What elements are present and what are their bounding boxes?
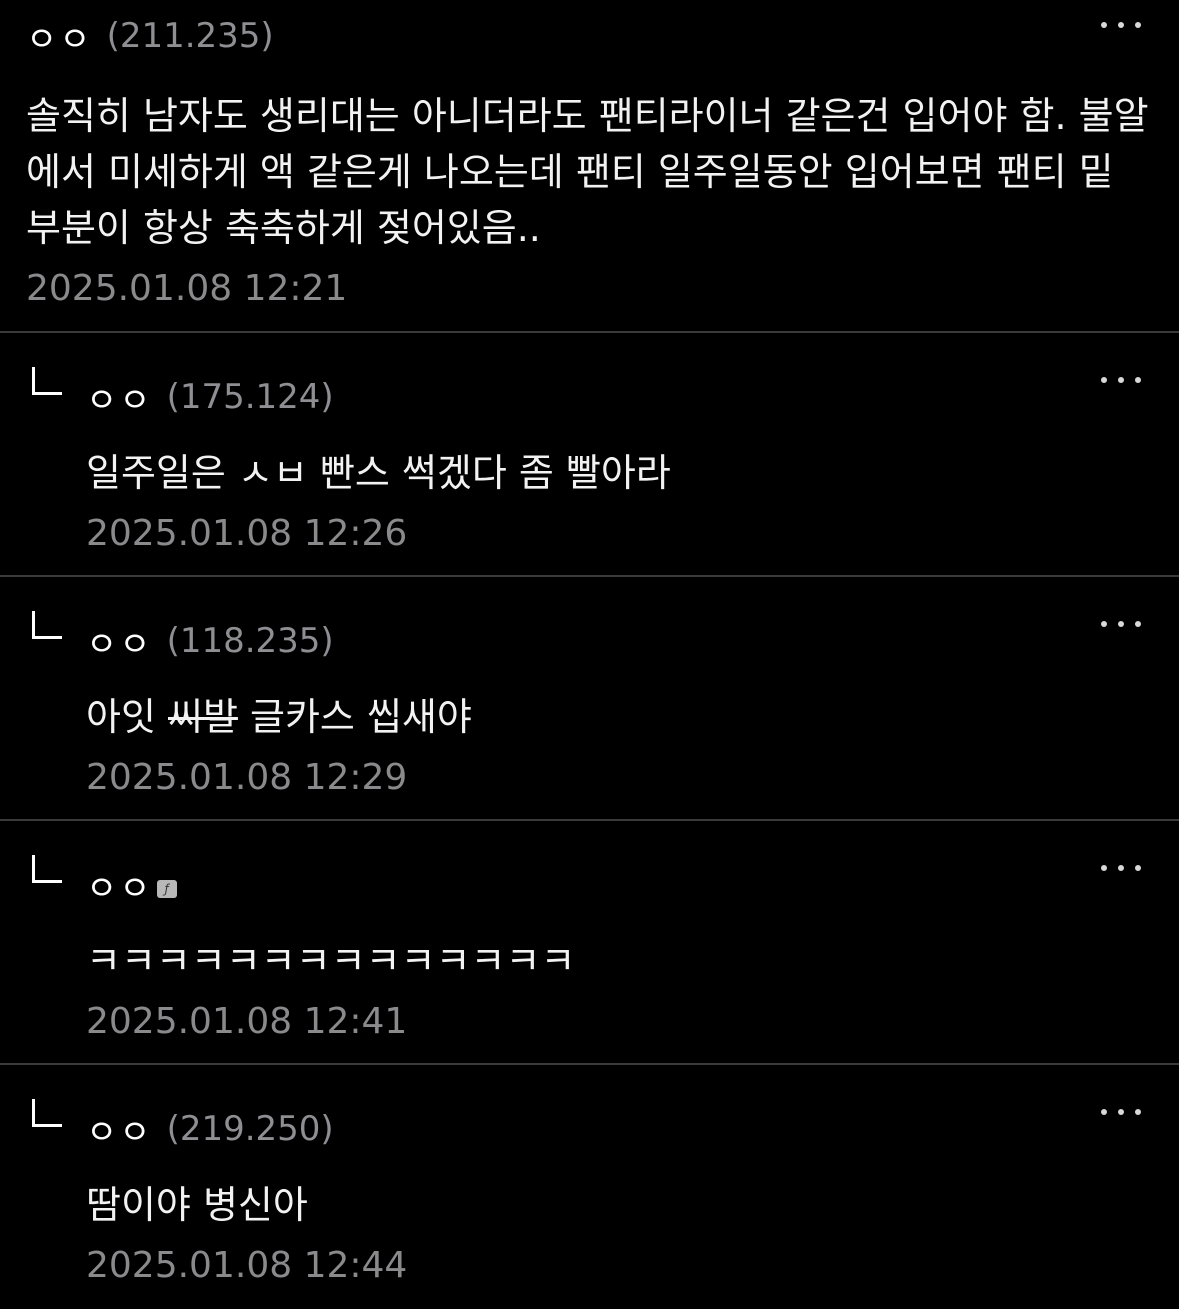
post-timestamp: 2025.01.08 12:21 — [26, 268, 348, 309]
author-name[interactable]: ㅇㅇ — [86, 617, 153, 666]
reply-arrow-icon — [32, 855, 62, 883]
reply-timestamp: 2025.01.08 12:26 — [86, 513, 408, 554]
reply-body: 아잇 씨발 글카스 씹새야 — [86, 689, 1179, 745]
author-ip: (211.235) — [106, 16, 274, 56]
main-post: ㅇㅇ (211.235) 솔직히 남자도 생리대는 아니더라도 팬티라이너 같은… — [0, 0, 1179, 333]
reply-timestamp: 2025.01.08 12:29 — [86, 757, 408, 798]
reply-body: 땀이야 병신아 — [86, 1183, 308, 1227]
reply-text-post: 글카스 씹새야 — [237, 695, 472, 739]
reply-body: 일주일은 ㅅㅂ 빤스 썩겠다 좀 빨아라 — [86, 451, 671, 495]
post-header: ㅇㅇ (211.235) — [26, 12, 1179, 61]
reply-item: ㅇㅇ (219.250) 땀이야 병신아 2025.01.08 12:44 — [0, 1065, 1179, 1309]
reply-arrow-icon — [32, 367, 62, 395]
reply-arrow-icon — [32, 611, 62, 639]
reply-text-strike: 씨발 — [168, 695, 238, 739]
reply-timestamp: 2025.01.08 12:44 — [86, 1245, 408, 1286]
reply-timestamp: 2025.01.08 12:41 — [86, 1001, 408, 1042]
reply-body: ㅋㅋㅋㅋㅋㅋㅋㅋㅋㅋㅋㅋㅋㅋ — [86, 939, 576, 983]
reply-text-pre: 아잇 — [86, 695, 168, 739]
reply-header: ㅇㅇ (118.235) — [86, 617, 1179, 666]
reply-header: ㅇㅇ ƒ — [86, 861, 1179, 910]
author-name[interactable]: ㅇㅇ — [86, 373, 153, 422]
author-ip: (175.124) — [166, 377, 334, 417]
more-dots-icon[interactable] — [1099, 10, 1143, 40]
author-ip: (118.235) — [166, 621, 334, 661]
author-name[interactable]: ㅇㅇ — [26, 12, 93, 61]
author-ip: (219.250) — [166, 1109, 334, 1149]
author-name[interactable]: ㅇㅇ — [86, 861, 153, 910]
reply-header: ㅇㅇ (219.250) — [86, 1105, 1179, 1154]
fixed-nick-icon: ƒ — [156, 880, 177, 898]
reply-header: ㅇㅇ (175.124) — [86, 373, 1179, 422]
reply-arrow-icon — [32, 1099, 62, 1127]
reply-item: ㅇㅇ (175.124) 일주일은 ㅅㅂ 빤스 썩겠다 좀 빨아라 2025.0… — [0, 333, 1179, 577]
post-body: 솔직히 남자도 생리대는 아니더라도 팬티라이너 같은건 입어야 함. 불알에서… — [26, 94, 1149, 250]
reply-item: ㅇㅇ ƒ ㅋㅋㅋㅋㅋㅋㅋㅋㅋㅋㅋㅋㅋㅋ 2025.01.08 12:41 — [0, 821, 1179, 1065]
author-name[interactable]: ㅇㅇ — [86, 1105, 153, 1154]
reply-item: ㅇㅇ (118.235) 아잇 씨발 글카스 씹새야 2025.01.08 12… — [0, 577, 1179, 821]
